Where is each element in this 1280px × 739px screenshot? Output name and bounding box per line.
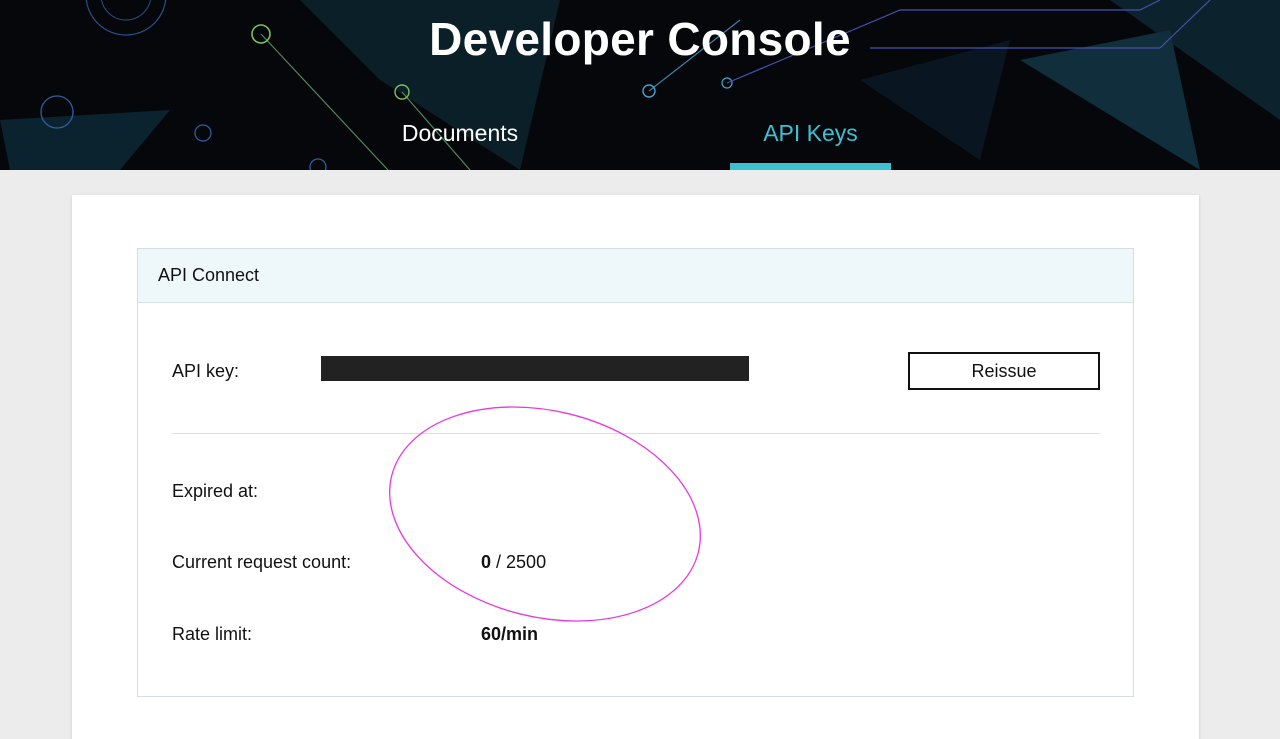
page-title: Developer Console [429,13,851,65]
active-tab-indicator [730,163,891,170]
rate-limit-label: Rate limit: [172,624,253,644]
reissue-button[interactable]: Reissue [908,352,1100,390]
panel-header: API Connect [138,249,1133,303]
api-key-redacted-value [321,356,749,381]
request-count-max: 2500 [506,552,547,572]
api-key-label: API key: [172,361,240,381]
request-count-current: 0 [481,552,492,572]
content-card: API Connect API key: Reissue Expired at:… [72,195,1199,739]
api-connect-panel: API Connect API key: Reissue Expired at:… [137,248,1134,697]
request-count-separator: / [491,552,507,572]
divider [172,433,1100,434]
request-count-value: 0 / 2500 [481,552,546,573]
rate-limit-value: 60/min [481,624,539,644]
request-count-label: Current request count: [172,552,352,572]
panel-title: API Connect [158,265,260,285]
tab-documents[interactable]: Documents [380,120,540,170]
expired-at-label: Expired at: [172,481,259,501]
header-banner: Developer Console Documents API Keys [0,0,1280,170]
